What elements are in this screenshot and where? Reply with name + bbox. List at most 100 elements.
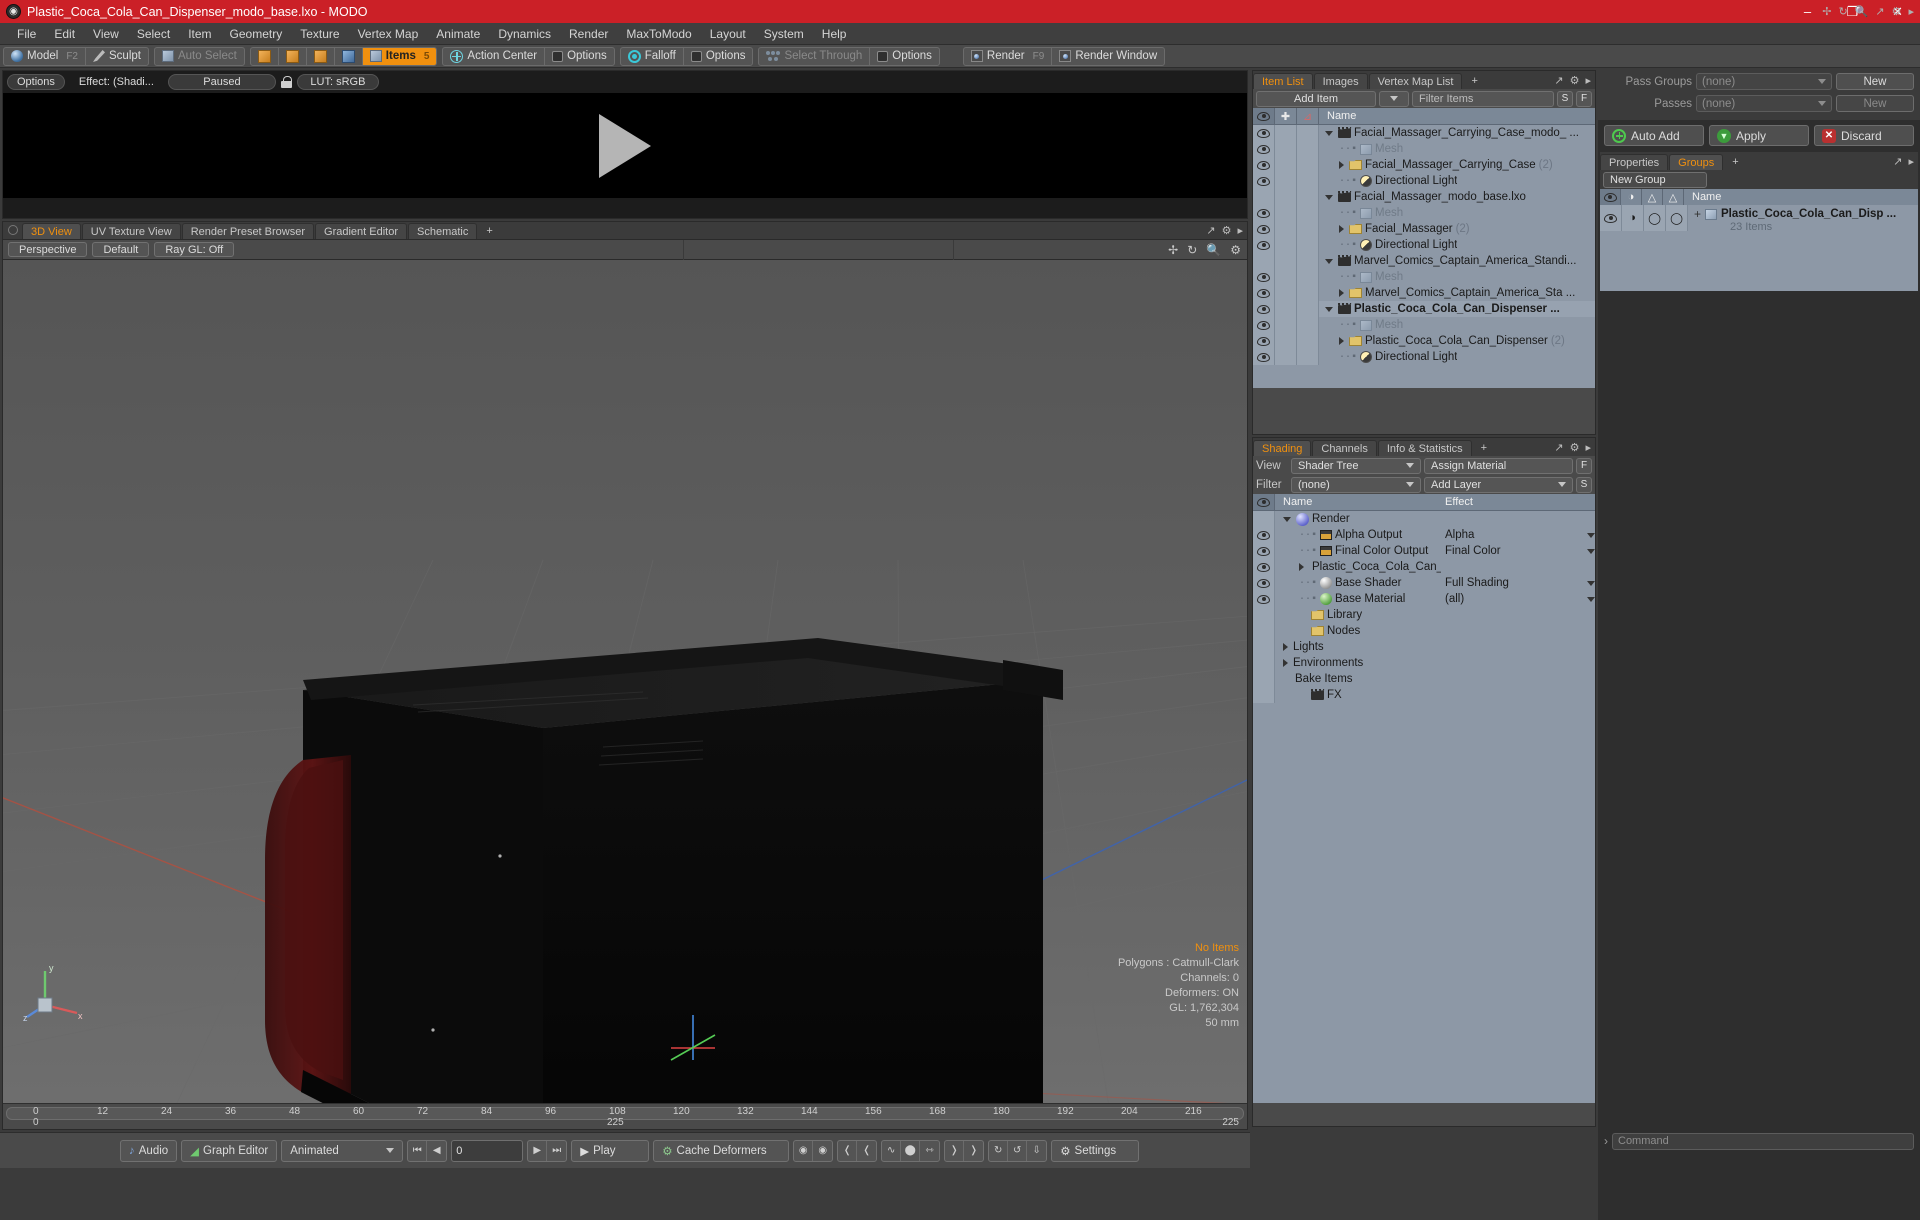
twisty-closed-icon[interactable] — [1283, 643, 1288, 651]
table-row[interactable]: Plastic_Coca_Cola_Can_Dispenser ... — [1253, 301, 1595, 317]
tab-groups[interactable]: Groups — [1669, 154, 1724, 170]
gear-icon-2[interactable]: ⚙ — [1222, 224, 1232, 237]
chevron-right-icon-2[interactable]: ▸ — [1237, 224, 1243, 237]
auto-add-button[interactable]: Auto Add — [1604, 125, 1704, 146]
twisty-open-icon[interactable] — [1325, 194, 1333, 200]
table-row[interactable]: ··▪ Final Color Output Final Color — [1253, 543, 1595, 559]
render-preview-canvas[interactable] — [3, 93, 1247, 198]
tab-schematic[interactable]: Schematic — [408, 223, 478, 239]
keyframe-group-1[interactable]: ◉ ◉ — [793, 1139, 834, 1162]
table-row[interactable]: ··▪ Directional Light — [1253, 173, 1595, 189]
twisty-closed-icon[interactable] — [1339, 289, 1344, 297]
list-item[interactable]: ··▪ Mesh — [1319, 319, 1403, 331]
zoom-icon[interactable]: 🔍 — [1855, 5, 1869, 18]
shader-visibility-toggle[interactable] — [1253, 575, 1275, 591]
rotate-icon-2[interactable]: ↻ — [1187, 243, 1197, 257]
row-transform-cell[interactable] — [1297, 125, 1319, 141]
list-item[interactable]: Plastic_Coca_Cola_Can_Dispenser (2) — [1319, 335, 1565, 347]
twisty-closed-icon[interactable] — [1339, 225, 1344, 233]
list-item[interactable]: Facial_Massager_modo_base.lxo — [1319, 191, 1526, 203]
add-layer-dropdown[interactable]: Add Layer — [1424, 476, 1573, 493]
bake-icon[interactable]: ⇩ — [1027, 1141, 1046, 1161]
row-visibility-toggle[interactable] — [1253, 221, 1275, 237]
row-visibility-toggle[interactable] — [1253, 317, 1275, 333]
table-row[interactable]: Lights — [1253, 639, 1595, 655]
row-visibility-toggle[interactable] — [1253, 285, 1275, 301]
assign-material-button[interactable]: Assign Material — [1424, 457, 1573, 474]
command-input[interactable]: Command — [1612, 1132, 1914, 1150]
render-preview-options-button[interactable]: Options — [7, 74, 65, 90]
chevron-right-icon-3[interactable]: ▸ — [1585, 74, 1591, 87]
gear-icon[interactable]: ⚙ — [1892, 5, 1902, 18]
item-list-f-button[interactable]: F — [1576, 90, 1592, 107]
list-item[interactable]: ··▪ Directional Light — [1319, 175, 1457, 187]
row-transform-cell[interactable] — [1297, 285, 1319, 301]
keyframe-group-2[interactable]: ❬ ❬ — [837, 1139, 878, 1162]
list-item[interactable]: Render — [1275, 512, 1441, 526]
tab-properties[interactable]: Properties — [1600, 154, 1669, 170]
gear-icon-3[interactable]: ⚙ — [1230, 243, 1241, 257]
prev-key-icon[interactable]: ❬ — [838, 1140, 858, 1161]
tab-gradient-editor[interactable]: Gradient Editor — [315, 223, 407, 239]
table-row[interactable]: Plastic_Coca_Cola_Can_Di ... — [1253, 559, 1595, 575]
table-row[interactable]: ··▪ Mesh — [1253, 317, 1595, 333]
shader-visibility-toggle[interactable] — [1253, 543, 1275, 559]
row-visibility-toggle[interactable] — [1253, 253, 1275, 269]
twisty-closed-icon[interactable] — [1339, 161, 1344, 169]
menu-item-texture[interactable]: Texture — [291, 23, 348, 45]
table-row[interactable]: Facial_Massager_Carrying_Case (2) — [1253, 157, 1595, 173]
unlocked-icon[interactable] — [280, 76, 292, 88]
effect-dropdown[interactable]: Full Shading — [1441, 575, 1595, 591]
shader-visibility-toggle[interactable] — [1253, 655, 1275, 671]
list-item[interactable]: Marvel_Comics_Captain_America_Standi... — [1319, 255, 1576, 267]
list-item[interactable]: Plastic_Coca_Cola_Can_Di ... — [1275, 561, 1441, 573]
table-row[interactable]: ··▪ Base Shader Full Shading — [1253, 575, 1595, 591]
chevron-right-icon-4[interactable]: ▸ — [1585, 441, 1591, 454]
menu-item-layout[interactable]: Layout — [701, 23, 755, 45]
animated-dropdown[interactable]: Animated — [281, 1139, 404, 1162]
cache-deformers-button[interactable]: ⚙ Cache Deformers — [653, 1139, 790, 1162]
tab-add-new[interactable]: + — [478, 223, 500, 239]
group-render-toggle[interactable]: ◯ — [1666, 205, 1688, 231]
list-item[interactable]: Lights — [1275, 641, 1441, 653]
twisty-open-icon[interactable] — [1325, 258, 1333, 264]
row-lock-cell[interactable] — [1275, 157, 1297, 173]
list-item[interactable]: Marvel_Comics_Captain_America_Sta ... — [1319, 287, 1575, 299]
tab-render-preset-browser[interactable]: Render Preset Browser — [181, 223, 315, 239]
cycle-icon[interactable]: ↺ — [1008, 1140, 1028, 1161]
list-item[interactable]: Facial_Massager_Carrying_Case_modo_ ... — [1319, 127, 1579, 139]
row-transform-cell[interactable] — [1297, 301, 1319, 317]
keyframe-group-3[interactable]: ∿ ⬤ ⇿ — [881, 1139, 941, 1162]
render-preview-effect-button[interactable]: Effect: (Shadi... — [70, 74, 163, 90]
effect-dropdown[interactable]: (all) — [1441, 591, 1595, 607]
tab-add-new-4[interactable]: + — [1724, 154, 1746, 170]
table-row[interactable]: ··▪ Directional Light — [1253, 237, 1595, 253]
play-button[interactable]: ▶ Play — [571, 1139, 650, 1162]
row-transform-cell[interactable] — [1297, 189, 1319, 205]
table-row[interactable]: FX — [1253, 687, 1595, 703]
table-row[interactable]: Facial_Massager (2) — [1253, 221, 1595, 237]
edge-mode-button[interactable] — [279, 47, 307, 65]
row-visibility-toggle[interactable] — [1253, 301, 1275, 317]
list-item[interactable]: ··▪ Mesh — [1319, 271, 1403, 283]
polygon-mode-button[interactable] — [307, 47, 335, 65]
list-item[interactable]: ··▪ Directional Light — [1319, 351, 1457, 363]
new-group-button[interactable]: New Group — [1603, 171, 1707, 188]
list-item[interactable]: Bake Items — [1275, 673, 1441, 685]
row-visibility-toggle[interactable] — [1253, 125, 1275, 141]
table-row[interactable]: Facial_Massager_Carrying_Case_modo_ ... — [1253, 125, 1595, 141]
row-transform-cell[interactable] — [1297, 205, 1319, 221]
shader-visibility-toggle[interactable] — [1253, 607, 1275, 623]
viewport-projection-button[interactable]: Perspective — [8, 242, 88, 257]
twisty-closed-icon[interactable] — [1339, 337, 1344, 345]
keyframe-group-5[interactable]: ↻ ↺ ⇩ — [988, 1139, 1048, 1162]
menu-item-file[interactable]: File — [8, 23, 45, 45]
action-center-options-button[interactable]: Options — [545, 48, 614, 65]
list-item[interactable]: FX — [1275, 689, 1441, 701]
table-row[interactable]: Bake Items — [1253, 671, 1595, 687]
table-row[interactable]: Render — [1253, 511, 1595, 527]
row-transform-cell[interactable] — [1297, 333, 1319, 349]
key-range-icon[interactable]: ⇿ — [920, 1141, 939, 1161]
frame-end-buttons[interactable]: ▶ ⏭ — [527, 1139, 568, 1162]
group-row[interactable]: ◑ ◯ ◯ + Plastic_Coca_Cola_Can_Disp ... 2… — [1600, 205, 1918, 233]
